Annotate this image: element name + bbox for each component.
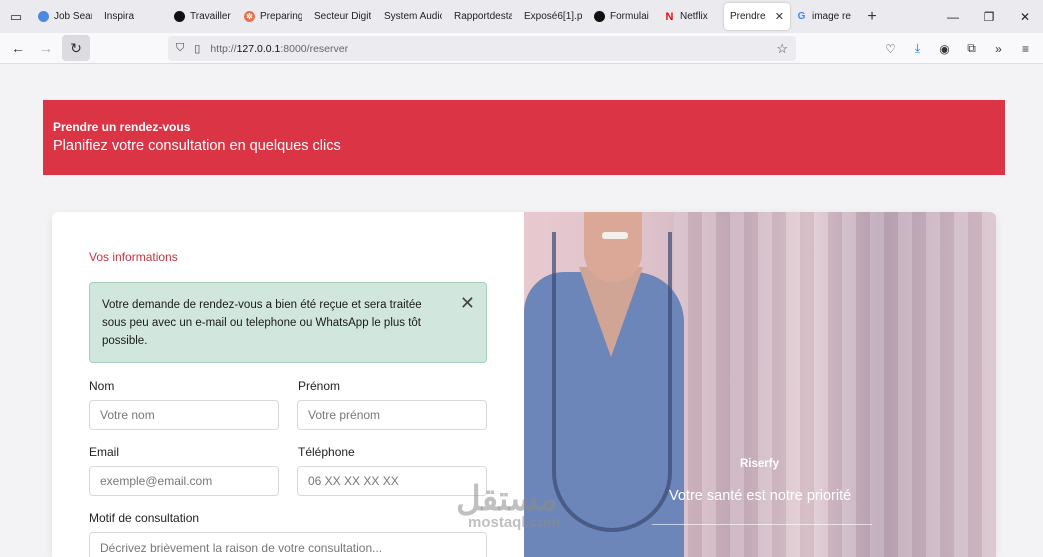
background-blur bbox=[674, 212, 996, 557]
claude-icon: ✲ bbox=[244, 11, 255, 22]
motif-textarea[interactable]: Décrivez brièvement la raison de votre c… bbox=[89, 532, 487, 557]
stethoscope-shape bbox=[552, 232, 672, 532]
reload-icon[interactable]: ↻ bbox=[62, 35, 90, 61]
globe-icon bbox=[38, 11, 49, 22]
tab[interactable]: Job Searc bbox=[32, 3, 98, 30]
url-prefix: http:// bbox=[210, 42, 237, 55]
tab-active[interactable]: Prendre un✕ bbox=[724, 3, 790, 30]
brand-name: Riserfy bbox=[740, 458, 779, 470]
divider bbox=[652, 524, 872, 525]
minimize-icon[interactable]: — bbox=[935, 0, 971, 33]
address-bar[interactable]: ⛉ ▯ http://127.0.0.1:8000/reserver ☆ bbox=[168, 36, 796, 61]
menu-icon[interactable]: ≡ bbox=[1012, 42, 1039, 56]
close-icon[interactable]: ✕ bbox=[460, 294, 475, 312]
email-label: Email bbox=[89, 445, 120, 459]
tab[interactable]: Travailler bbox=[168, 3, 238, 30]
page-icon: ▯ bbox=[194, 43, 201, 55]
overflow-chevron-icon[interactable]: » bbox=[985, 42, 1012, 56]
extensions-icon[interactable]: ⧉ bbox=[958, 41, 985, 56]
tab[interactable]: Secteur Digit bbox=[308, 3, 378, 30]
forward-icon[interactable]: → bbox=[32, 35, 60, 61]
alert-message: Votre demande de rendez-vous a bien été … bbox=[102, 299, 422, 347]
new-tab-icon[interactable]: + bbox=[860, 8, 884, 26]
nom-input[interactable]: Votre nom bbox=[89, 400, 279, 430]
close-tab-icon[interactable]: ✕ bbox=[775, 10, 784, 23]
restore-icon[interactable]: ❐ bbox=[971, 0, 1007, 33]
window-controls: — ❐ ✕ bbox=[935, 0, 1043, 33]
page-title: Prendre un rendez-vous bbox=[53, 120, 191, 134]
openai-icon bbox=[174, 11, 185, 22]
telephone-label: Téléphone bbox=[298, 445, 355, 459]
download-icon[interactable]: ⤓ bbox=[904, 41, 931, 56]
close-window-icon[interactable]: ✕ bbox=[1007, 0, 1043, 33]
watermark-latin: mostaql.com bbox=[468, 514, 561, 531]
page-subtitle: Planifiez votre consultation en quelques… bbox=[53, 138, 341, 154]
tab[interactable]: N Netflix bbox=[658, 3, 724, 30]
nom-label: Nom bbox=[89, 379, 115, 393]
tab[interactable]: System Audio bbox=[378, 3, 448, 30]
prenom-label: Prénom bbox=[298, 379, 341, 393]
tab[interactable]: Exposé6[1].p bbox=[518, 3, 588, 30]
list-all-tabs-icon[interactable]: ▭ bbox=[0, 0, 32, 33]
tab[interactable]: Inspira bbox=[98, 3, 168, 30]
tab[interactable]: Formulai bbox=[588, 3, 658, 30]
navigation-bar: ← → ↻ ⛉ ▯ http://127.0.0.1:8000/reserver… bbox=[0, 33, 1043, 64]
watermark: مستقل mostaql.com bbox=[456, 482, 561, 531]
toolbar-right: ♡ ⤓ ◉ ⧉ » ≡ bbox=[877, 33, 1039, 64]
tab[interactable]: Rapportdesta bbox=[448, 3, 518, 30]
tab-list: Job Searc Inspira Travailler ✲Preparing … bbox=[32, 0, 884, 33]
tab[interactable]: ✲ Preparing bbox=[238, 3, 308, 30]
success-alert: Votre demande de rendez-vous a bien été … bbox=[89, 282, 487, 363]
email-input[interactable]: exemple@email.com bbox=[89, 466, 279, 496]
google-icon: G bbox=[797, 11, 806, 22]
tab-strip: ▭ Job Searc Inspira Travailler ✲Preparin… bbox=[0, 0, 1043, 33]
motif-label: Motif de consultation bbox=[89, 511, 200, 525]
tab[interactable]: Gimage re bbox=[790, 3, 860, 30]
url-path: :8000/reserver bbox=[280, 42, 349, 55]
shield-icon[interactable]: ⛉ bbox=[176, 42, 184, 55]
account-icon[interactable]: ◉ bbox=[931, 42, 958, 56]
back-icon[interactable]: ← bbox=[4, 35, 32, 61]
url-host: 127.0.0.1 bbox=[236, 42, 281, 55]
pocket-icon[interactable]: ♡ bbox=[877, 42, 904, 56]
openai-icon bbox=[594, 11, 605, 22]
prenom-input[interactable]: Votre prénom bbox=[297, 400, 487, 430]
bookmark-star-icon[interactable]: ☆ bbox=[776, 41, 788, 57]
doctor-photo: Riserfy Votre santé est notre priorité bbox=[524, 212, 996, 557]
tagline: Votre santé est notre priorité bbox=[669, 488, 852, 504]
section-title: Vos informations bbox=[89, 250, 178, 264]
hero-banner: Prendre un rendez-vous Planifiez votre c… bbox=[43, 100, 1005, 175]
watermark-arabic: مستقل bbox=[456, 480, 558, 518]
netflix-icon: N bbox=[665, 10, 674, 23]
